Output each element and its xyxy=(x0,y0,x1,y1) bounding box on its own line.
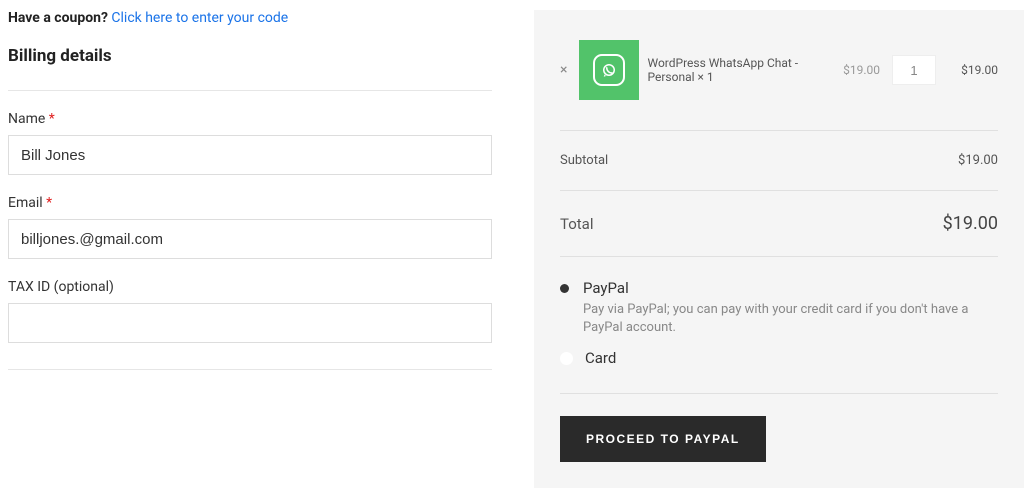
radio-unselected-icon xyxy=(560,352,573,365)
total-value: $19.00 xyxy=(943,213,998,234)
paypal-label: PayPal xyxy=(583,279,629,297)
payment-option-paypal[interactable]: PayPal xyxy=(560,279,998,297)
coupon-link[interactable]: Click here to enter your code xyxy=(111,10,288,26)
name-input[interactable] xyxy=(8,135,492,175)
radio-selected-icon xyxy=(560,284,569,293)
whatsapp-icon xyxy=(593,54,625,86)
required-marker: * xyxy=(46,195,52,211)
taxid-label: TAX ID (optional) xyxy=(8,279,492,295)
email-label-text: Email xyxy=(8,195,43,211)
order-summary: × WordPress WhatsApp Chat - Personal × 1… xyxy=(534,10,1024,488)
coupon-notice: Have a coupon? Click here to enter your … xyxy=(8,10,492,26)
email-label: Email * xyxy=(8,195,492,211)
quantity-input[interactable] xyxy=(892,55,936,85)
billing-details-heading: Billing details xyxy=(8,46,492,91)
unit-price: $19.00 xyxy=(843,63,880,77)
proceed-to-paypal-button[interactable]: PROCEED TO PAYPAL xyxy=(560,416,766,462)
taxid-input[interactable] xyxy=(8,303,492,343)
subtotal-label: Subtotal xyxy=(560,153,608,168)
required-marker: * xyxy=(49,111,55,127)
cart-item-row: × WordPress WhatsApp Chat - Personal × 1… xyxy=(560,40,998,131)
paypal-description: Pay via PayPal; you can pay with your cr… xyxy=(583,301,998,337)
name-field-group: Name * xyxy=(8,111,492,175)
name-label-text: Name xyxy=(8,111,45,127)
remove-item-button[interactable]: × xyxy=(560,62,567,78)
email-field-group: Email * xyxy=(8,195,492,259)
payment-methods: PayPal Pay via PayPal; you can pay with … xyxy=(560,257,998,394)
coupon-label: Have a coupon? xyxy=(8,10,108,26)
product-thumbnail xyxy=(579,40,639,100)
payment-option-card[interactable]: Card xyxy=(560,349,998,367)
subtotal-value: $19.00 xyxy=(958,153,998,168)
card-label: Card xyxy=(585,349,616,367)
name-label: Name * xyxy=(8,111,492,127)
subtotal-row: Subtotal $19.00 xyxy=(560,131,998,191)
line-total: $19.00 xyxy=(950,63,998,77)
product-name: WordPress WhatsApp Chat - Personal × 1 xyxy=(647,56,831,84)
email-input[interactable] xyxy=(8,219,492,259)
total-row: Total $19.00 xyxy=(560,191,998,257)
taxid-field-group: TAX ID (optional) xyxy=(8,279,492,343)
total-label: Total xyxy=(560,215,594,233)
divider xyxy=(8,369,492,370)
